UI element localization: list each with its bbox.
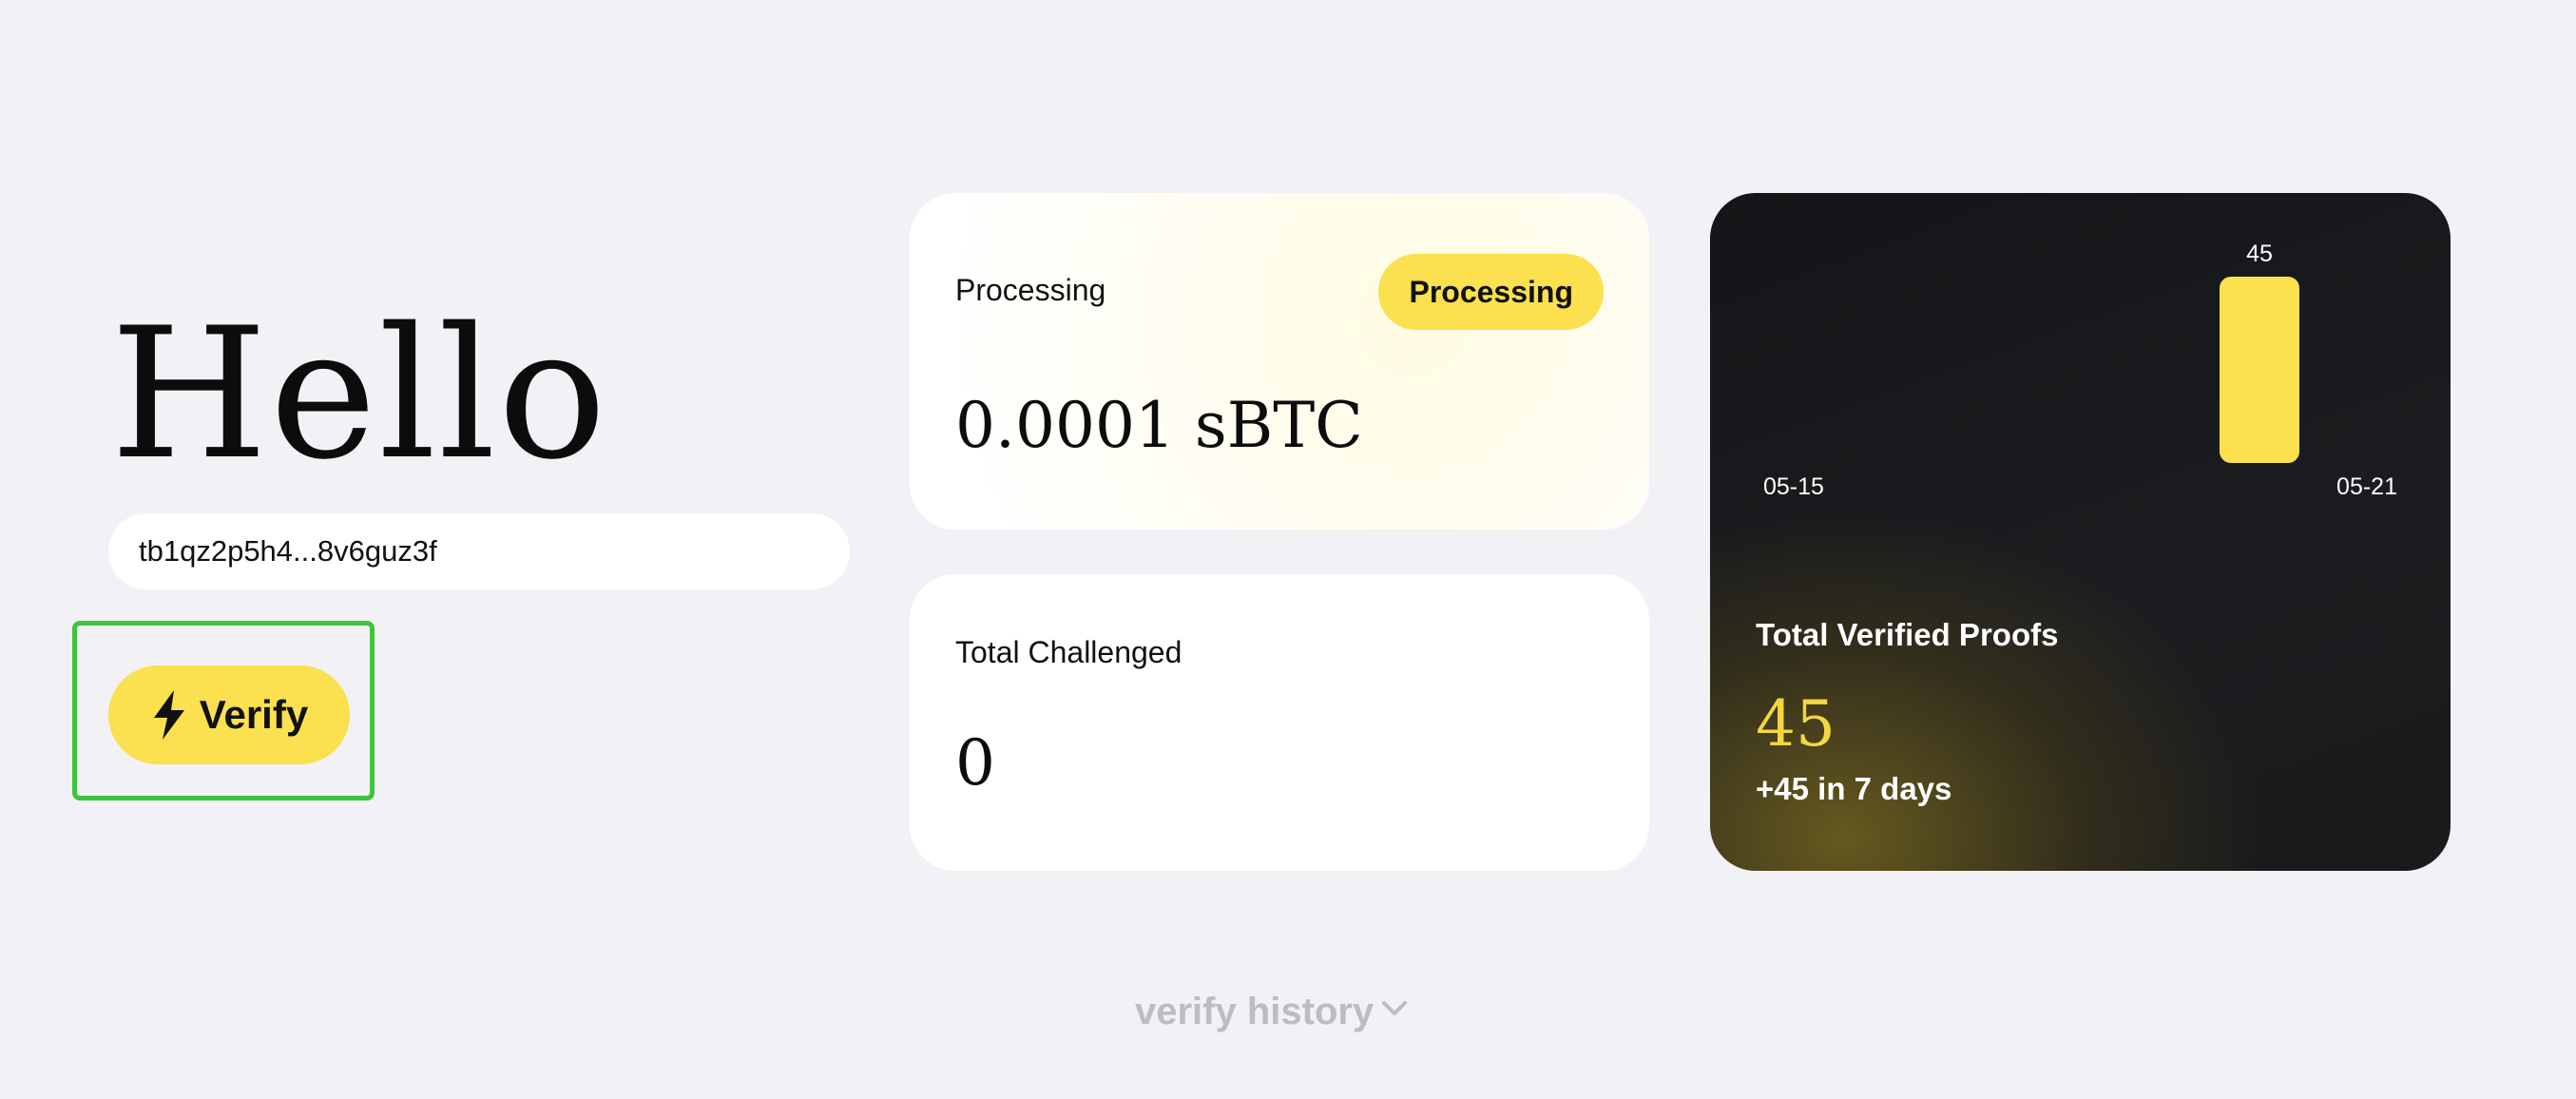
wallet-address-pill: tb1qz2p5h4...8v6guz3f [108, 513, 850, 589]
verify-history-toggle[interactable]: verify history [1135, 991, 1410, 1033]
status-badge: Processing [1378, 254, 1604, 330]
verify-history-label: verify history [1135, 991, 1375, 1032]
total-verified-proofs-card: 45 05-15 05-21 Total Verified Proofs 45 +4… [1710, 193, 2451, 871]
verify-button-label: Verify [199, 692, 309, 737]
chevron-down-icon [1379, 991, 1410, 1033]
greeting-heading: Hello [110, 289, 609, 499]
verified-proofs-chart: 45 05-15 05-21 [1763, 241, 2397, 500]
verified-proofs-delta: +45 in 7 days [1756, 771, 1952, 806]
chart-data-label: 45 [2246, 241, 2273, 267]
wallet-address-text: tb1qz2p5h4...8v6guz3f [139, 534, 437, 568]
chart-bar-05-20 [2220, 277, 2299, 463]
verified-proofs-title: Total Verified Proofs [1756, 617, 2059, 652]
verified-proofs-count: 45 [1756, 687, 1836, 761]
chart-x-tick-label: 05-15 [1763, 473, 1824, 500]
total-challenged-label: Total Challenged [955, 635, 1182, 669]
processing-card-label: Processing [955, 273, 1106, 307]
total-challenged-card: Total Challenged 0 [910, 574, 1649, 871]
verify-button[interactable]: Verify [108, 665, 350, 764]
lightning-bolt-icon [150, 690, 188, 740]
total-challenged-value: 0 [955, 726, 995, 800]
processing-card: Processing Processing 0.0001 sBTC [910, 193, 1649, 530]
processing-amount: 0.0001 sBTC [955, 389, 1363, 462]
chart-x-tick-label: 05-21 [2336, 473, 2397, 500]
